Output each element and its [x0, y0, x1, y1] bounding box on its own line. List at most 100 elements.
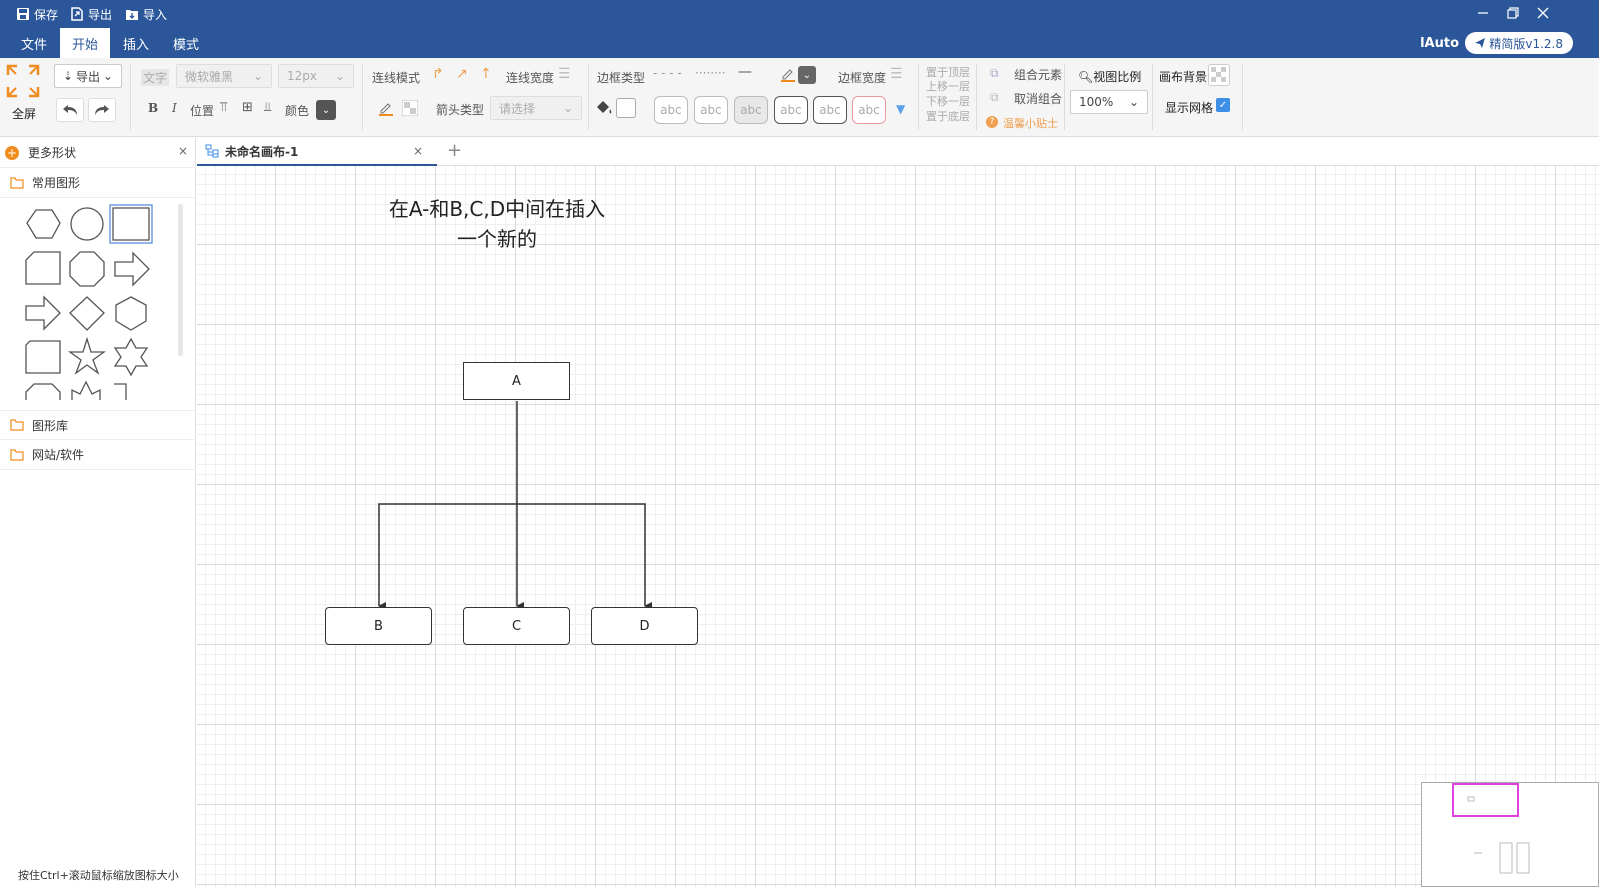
tab-file[interactable]: 文件 [10, 28, 58, 58]
save-button[interactable]: 保存 [16, 4, 58, 24]
font-family-value: 微软雅黑 [185, 69, 234, 84]
style-preset-6[interactable]: abc [852, 96, 886, 124]
import-button[interactable]: 导入 [125, 4, 167, 24]
font-family-select[interactable]: 微软雅黑 ⌄ [176, 64, 272, 88]
bold-button[interactable]: B [148, 101, 158, 115]
fill-color-swatch[interactable] [616, 98, 636, 118]
version-badge[interactable]: 精简版v1.2.8 [1465, 32, 1573, 54]
add-tab-icon[interactable]: + [447, 140, 462, 161]
node-d[interactable]: D [591, 607, 698, 645]
shape-library-row[interactable]: 图形库 [0, 410, 196, 440]
partial-shape-1[interactable] [25, 383, 61, 400]
arrow-right-shape[interactable] [114, 251, 150, 287]
common-shapes-row[interactable]: 常用图形 [0, 168, 196, 198]
style-preset-1[interactable]: abc [654, 96, 688, 124]
close-window-button[interactable] [1528, 2, 1558, 24]
line-transparent-button[interactable] [396, 96, 424, 120]
border-dashed-icon[interactable]: - - - - [653, 66, 682, 80]
style-preset-3[interactable]: abc [734, 96, 768, 124]
border-solid-icon[interactable]: — [738, 64, 752, 80]
drawing-canvas[interactable]: 在A-和B,C,D中间在插入 一个新的 A B C D [197, 166, 1599, 887]
tab-start[interactable]: 开始 [60, 28, 110, 58]
star-shape[interactable] [68, 336, 106, 375]
line-elbow-icon[interactable]: ↱ [432, 66, 444, 82]
export-file-icon [71, 7, 83, 21]
minimize-button[interactable] [1468, 2, 1498, 24]
border-color-dropdown[interactable]: ⌄ [798, 66, 816, 84]
style-preset-5[interactable]: abc [813, 96, 847, 124]
close-icon[interactable]: × [178, 144, 188, 158]
align-bottom-icon[interactable]: ⫫ [264, 100, 271, 115]
restore-button[interactable] [1498, 2, 1528, 24]
line-curve-icon[interactable]: ↗ [456, 66, 468, 82]
arrow-type-label: 箭头类型 [436, 103, 485, 117]
connector-a-b[interactable] [378, 503, 517, 610]
position-label: 位置 [190, 104, 215, 118]
rectangle-shape[interactable] [112, 207, 150, 241]
minimap[interactable] [1421, 782, 1599, 887]
tips-link[interactable]: 温馨小贴士 [1003, 115, 1058, 131]
octagon2-shape[interactable] [69, 251, 105, 287]
web-software-label: 网站/软件 [32, 448, 85, 462]
minimap-preview [1467, 796, 1530, 874]
folder-icon [10, 419, 24, 431]
separator [130, 64, 131, 130]
rounded-square-shape[interactable] [25, 340, 61, 374]
document-tab[interactable]: 未命名画布-1 × [197, 138, 437, 166]
node-a[interactable]: A [463, 362, 570, 400]
layer-up-button[interactable]: 上移一层 [926, 78, 970, 94]
more-shapes-row[interactable]: + 更多形状 × [0, 138, 196, 168]
undo-button[interactable] [56, 98, 84, 122]
scrollbar[interactable] [178, 204, 183, 356]
chevron-down-icon: ⌄ [1128, 95, 1139, 109]
line-width-icon[interactable]: ☰ [558, 66, 571, 82]
border-width-icon[interactable]: ☰ [890, 66, 903, 82]
redo-button[interactable] [88, 98, 116, 122]
hexagon-shape[interactable] [115, 296, 147, 331]
separator [976, 64, 977, 130]
border-dotted-icon[interactable]: ········ [695, 66, 726, 80]
show-grid-label: 显示网格 [1165, 101, 1214, 115]
line-straight-icon[interactable]: ↑ [480, 66, 492, 82]
layer-down-button[interactable]: 下移一层 [926, 93, 970, 109]
zoom-select[interactable]: 100% ⌄ [1070, 90, 1148, 114]
close-tab-icon[interactable]: × [413, 144, 423, 158]
export-button[interactable]: 导出 [70, 4, 112, 24]
connector-a-d[interactable] [517, 503, 652, 610]
group-button[interactable]: 组合元素 [1014, 66, 1062, 83]
style-preset-4[interactable]: abc [774, 96, 808, 124]
document-tab-title: 未命名画布-1 [225, 144, 299, 159]
italic-button[interactable]: I [172, 101, 177, 115]
layer-bottom-button[interactable]: 置于底层 [926, 108, 970, 124]
arrow-type-placeholder: 请选择 [499, 101, 536, 116]
node-b[interactable]: B [325, 607, 432, 645]
font-size-select[interactable]: 12px ⌄ [278, 64, 354, 88]
cut-corner-rectangle-shape[interactable] [25, 251, 61, 285]
arrow-type-select[interactable]: 请选择 ⌄ [490, 96, 582, 120]
color-dropdown[interactable]: ⌄ [316, 100, 336, 120]
diamond-shape[interactable] [69, 296, 105, 331]
ungroup-button[interactable]: 取消组合 [1014, 90, 1062, 107]
arrow-right-2-shape[interactable] [25, 295, 61, 331]
import-folder-icon [126, 10, 138, 20]
tab-mode[interactable]: 模式 [162, 28, 210, 58]
more-styles-icon[interactable]: ▼ [896, 102, 905, 116]
align-top-icon[interactable]: ⫪ [220, 100, 227, 115]
web-software-row[interactable]: 网站/软件 [0, 440, 196, 470]
node-c[interactable]: C [463, 607, 570, 645]
octagon-shape[interactable] [26, 209, 61, 239]
partial-shape-3[interactable] [114, 383, 127, 400]
six-point-star-shape[interactable] [113, 337, 149, 377]
canvas-bg-button[interactable] [1208, 64, 1230, 86]
show-grid-checkbox[interactable]: ✓ [1216, 98, 1230, 112]
export-select[interactable]: ⇣ 导出 ⌄ [54, 64, 122, 88]
partial-shape-2[interactable] [71, 380, 101, 400]
style-preset-2[interactable]: abc [694, 96, 728, 124]
menu-bar: 文件 开始 插入 模式 lAuto 精简版v1.2.8 [0, 28, 1599, 58]
pen-color-icon [781, 69, 795, 82]
tab-insert[interactable]: 插入 [112, 28, 160, 58]
circle-shape[interactable] [70, 207, 104, 241]
fill-bucket-button[interactable] [590, 96, 618, 120]
fullscreen-button[interactable] [6, 64, 42, 100]
align-middle-icon[interactable]: ⊞ [242, 100, 253, 115]
